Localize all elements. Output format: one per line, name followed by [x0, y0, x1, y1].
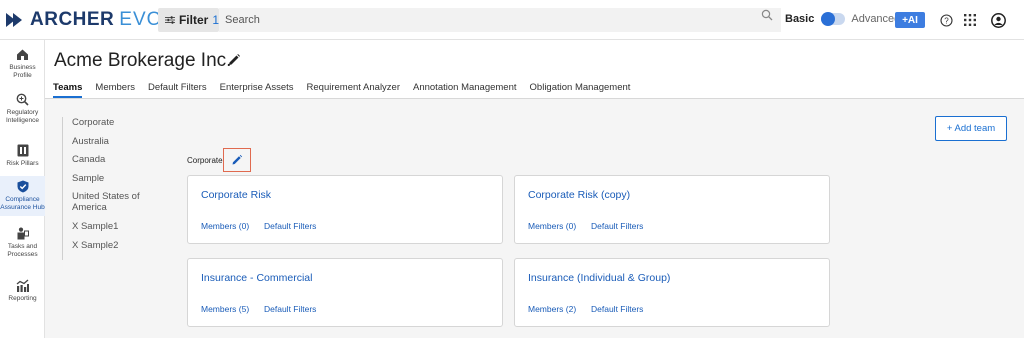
svg-text:?: ? — [944, 16, 949, 25]
team-card-members-link[interactable]: Members (2) — [528, 304, 576, 314]
user-account-icon[interactable] — [990, 12, 1006, 28]
tab-enterprise-assets[interactable]: Enterprise Assets — [220, 82, 294, 98]
rail-item-regulatory-intelligence[interactable]: Regulatory Intelligence — [0, 92, 45, 128]
pillars-icon — [16, 143, 30, 157]
team-list-item-x-sample1[interactable]: X Sample1 — [72, 221, 164, 240]
team-card-title[interactable]: Insurance - Commercial — [201, 272, 312, 284]
search-placeholder: Search — [225, 14, 260, 26]
edit-pencil-icon[interactable] — [227, 53, 241, 67]
breadcrumb: Corporate — [187, 156, 223, 165]
tasks-icon — [16, 226, 30, 240]
rail-item-compliance-assurance-hub[interactable]: Compliance Assurance Hub — [0, 176, 45, 216]
team-card-members-link[interactable]: Members (0) — [528, 221, 576, 231]
tab-default-filters[interactable]: Default Filters — [148, 82, 207, 98]
filter-label: Filter — [178, 13, 209, 27]
edit-pencil-icon — [232, 154, 243, 165]
filter-sliders-icon — [165, 16, 175, 24]
team-list-item-corporate[interactable]: Corporate — [72, 117, 164, 136]
toggle-basic-label: Basic — [785, 13, 815, 25]
page-header: Acme Brokerage Inc. Teams Members Defaul… — [45, 40, 1024, 99]
shield-check-icon — [16, 179, 30, 193]
team-card[interactable]: Insurance - Commercial Members (5) Defau… — [187, 258, 503, 327]
rail-label: Compliance Assurance Hub — [0, 196, 45, 211]
team-card-title[interactable]: Insurance (Individual & Group) — [528, 272, 670, 284]
left-nav-rail: Business Profile Regulatory Intelligence… — [0, 40, 45, 338]
rail-item-risk-pillars[interactable]: Risk Pillars — [0, 143, 45, 171]
page-title: Acme Brokerage Inc. — [54, 50, 232, 71]
rail-item-reporting[interactable]: Reporting — [0, 278, 45, 308]
rail-item-tasks-and-processes[interactable]: Tasks and Processes — [0, 226, 45, 262]
team-card-filters-link[interactable]: Default Filters — [591, 304, 643, 314]
filter-button[interactable]: Filter 1 — [158, 8, 219, 32]
team-card-title[interactable]: Corporate Risk (copy) — [528, 189, 630, 201]
team-list-item-australia[interactable]: Australia — [72, 136, 164, 155]
team-list-item-united-states[interactable]: United States of America — [72, 191, 164, 221]
mode-switch[interactable] — [821, 12, 846, 26]
apps-grid-icon[interactable] — [962, 12, 978, 28]
tab-requirement-analyzer[interactable]: Requirement Analyzer — [307, 82, 400, 98]
rail-label: Business Profile — [9, 64, 36, 79]
help-icon[interactable]: ? — [938, 12, 954, 28]
chart-icon — [16, 278, 30, 292]
team-list-item-sample[interactable]: Sample — [72, 173, 164, 192]
rail-label: Regulatory Intelligence — [6, 109, 39, 124]
team-card[interactable]: Insurance (Individual & Group) Members (… — [514, 258, 830, 327]
search-icon[interactable] — [761, 9, 773, 24]
mode-toggle[interactable]: Basic Advanced — [785, 12, 901, 26]
rail-label: Reporting — [8, 295, 37, 302]
team-card[interactable]: Corporate Risk Members (0) Default Filte… — [187, 175, 503, 244]
team-card-members-link[interactable]: Members (5) — [201, 304, 249, 314]
team-list-item-canada[interactable]: Canada — [72, 154, 164, 173]
search-input[interactable]: Search — [219, 8, 781, 32]
filter-count: 1 — [212, 13, 219, 27]
logo-chevron-icon — [6, 13, 22, 27]
add-team-button[interactable]: + Add team — [935, 116, 1007, 141]
team-list-item-x-sample2[interactable]: X Sample2 — [72, 240, 164, 259]
logo-word-archer: ARCHER — [30, 9, 115, 30]
tab-members[interactable]: Members — [95, 82, 135, 98]
home-icon — [16, 47, 30, 61]
tab-obligation-management[interactable]: Obligation Management — [530, 82, 631, 98]
team-card-members-link[interactable]: Members (0) — [201, 221, 249, 231]
top-bar: ARCHER EVOLV Filter 1 Search Basic Advan… — [0, 0, 1024, 40]
team-tree-list: Corporate Australia Canada Sample United… — [62, 117, 164, 260]
switch-knob — [821, 12, 836, 26]
zoom-icon — [16, 92, 30, 106]
team-card-title[interactable]: Corporate Risk — [201, 189, 271, 201]
tab-annotation-management[interactable]: Annotation Management — [413, 82, 517, 98]
rail-item-business-profile[interactable]: Business Profile — [0, 47, 45, 83]
tab-teams[interactable]: Teams — [53, 82, 83, 98]
team-card-filters-link[interactable]: Default Filters — [264, 221, 316, 231]
rail-label: Risk Pillars — [6, 160, 39, 167]
tab-bar: Teams Members Default Filters Enterprise… — [53, 82, 643, 98]
team-card-filters-link[interactable]: Default Filters — [591, 221, 643, 231]
edit-team-button[interactable] — [223, 148, 251, 172]
ai-button[interactable]: +AI — [895, 12, 925, 28]
team-card-filters-link[interactable]: Default Filters — [264, 304, 316, 314]
team-card[interactable]: Corporate Risk (copy) Members (0) Defaul… — [514, 175, 830, 244]
rail-label: Tasks and Processes — [7, 243, 38, 258]
toggle-advanced-label: Advanced — [851, 13, 901, 25]
